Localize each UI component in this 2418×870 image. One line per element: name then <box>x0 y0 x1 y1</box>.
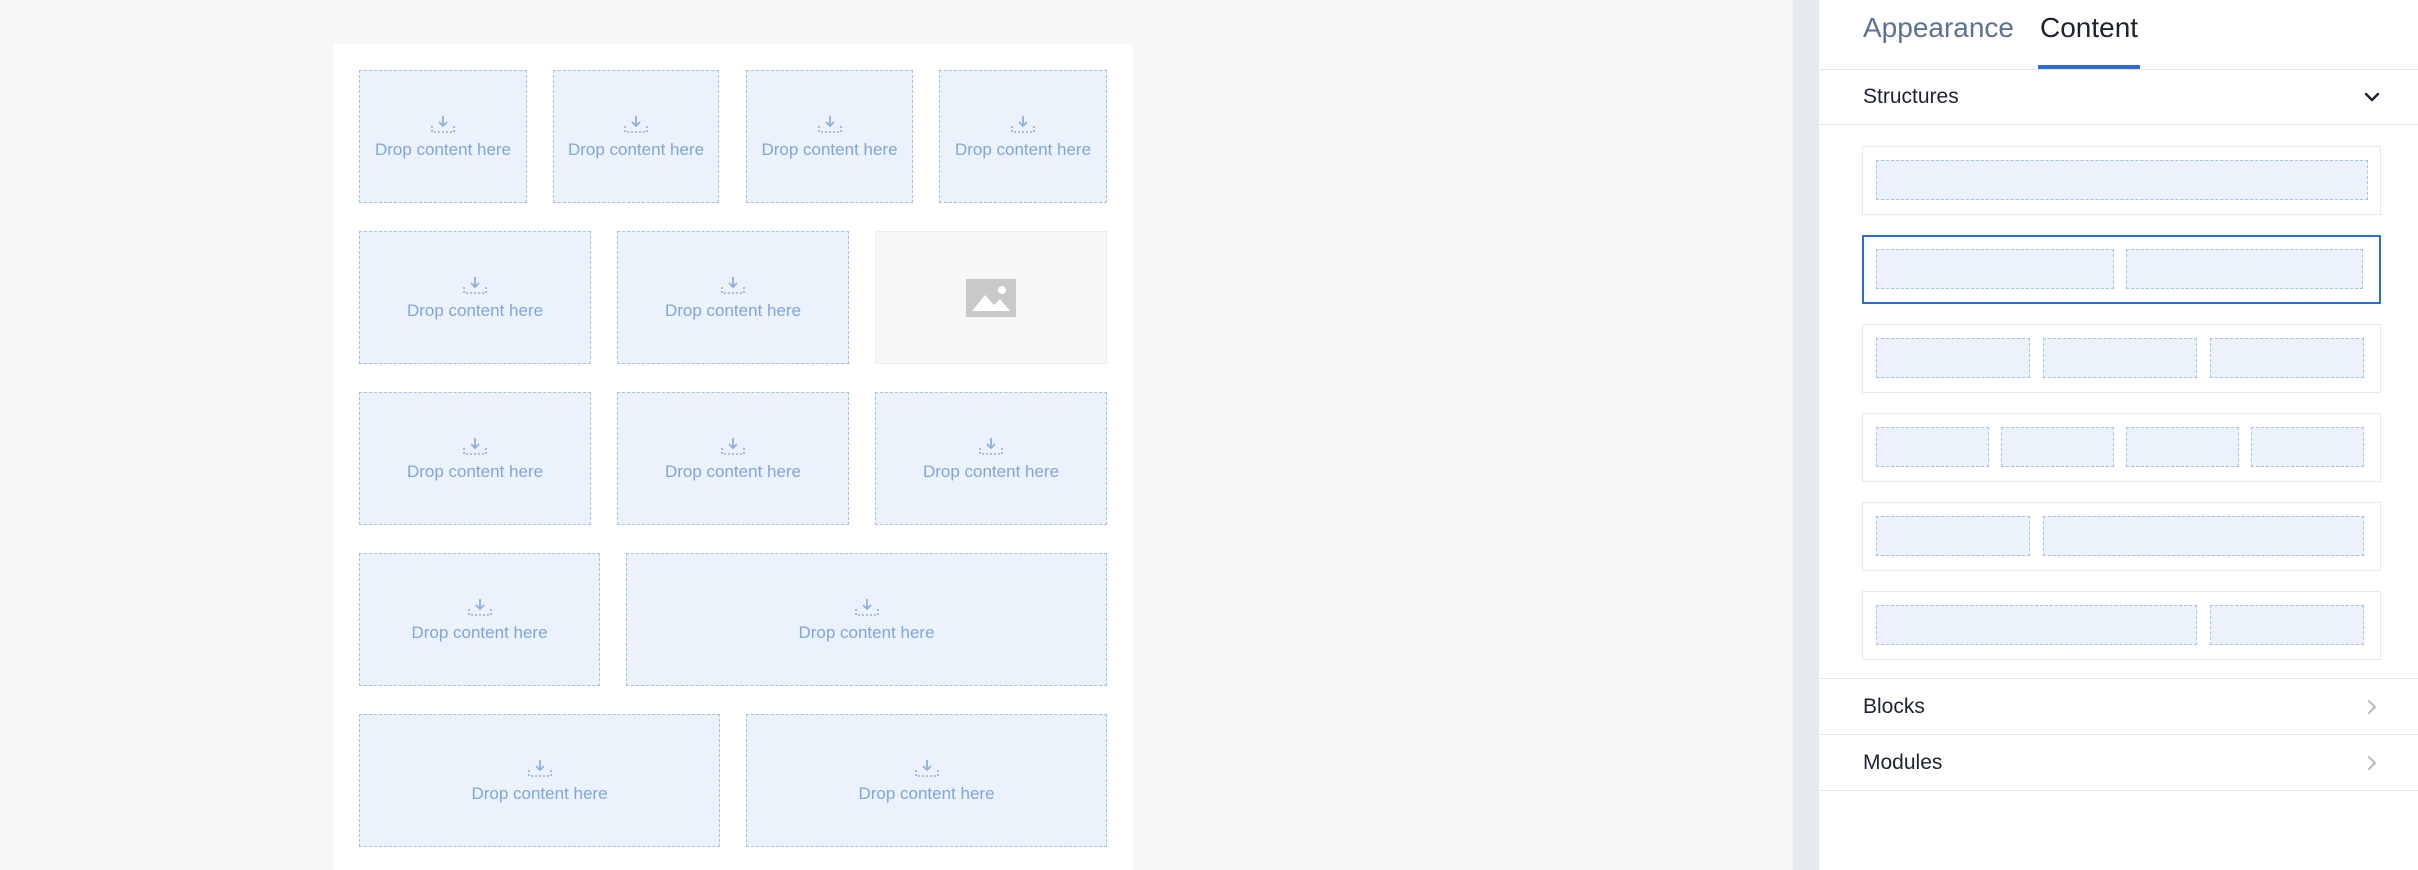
drop-download-icon <box>527 759 552 777</box>
structure-2-columns[interactable] <box>1862 235 2381 304</box>
drop-zone[interactable]: Drop content here <box>553 70 719 203</box>
sidebar-divider <box>1793 0 1819 870</box>
structure-3-columns[interactable] <box>1862 324 2381 393</box>
drop-zone[interactable]: Drop content here <box>359 231 591 364</box>
chevron-down-icon <box>2364 92 2380 102</box>
blocks-label: Blocks <box>1863 695 1925 718</box>
structures-section-header[interactable]: Structures <box>1819 69 2418 125</box>
structure-1-2-columns[interactable] <box>1862 502 2381 571</box>
drop-zone[interactable]: Drop content here <box>359 714 720 847</box>
drop-download-icon <box>914 759 939 777</box>
chevron-right-icon <box>2368 756 2376 770</box>
blocks-section-header[interactable]: Blocks <box>1819 679 2418 735</box>
image-placeholder[interactable] <box>875 231 1107 364</box>
structures-label: Structures <box>1863 85 1959 108</box>
canvas-row-5: Drop content here Drop content here <box>359 714 1107 849</box>
structure-column <box>2210 338 2364 378</box>
tab-appearance[interactable]: Appearance <box>1863 0 2014 69</box>
drop-download-icon <box>979 437 1003 455</box>
structure-column <box>1876 605 2197 645</box>
settings-panel: Appearance Content Structures Blocks Mod… <box>1819 0 2418 870</box>
drop-label: Drop content here <box>406 300 544 320</box>
structure-4-columns[interactable] <box>1862 413 2381 482</box>
drop-zone[interactable]: Drop content here <box>359 553 600 686</box>
drop-zone[interactable]: Drop content here <box>626 553 1107 686</box>
structure-column <box>2043 338 2197 378</box>
drop-label: Drop content here <box>664 461 802 481</box>
structure-column <box>1876 249 2114 289</box>
canvas-row-4: Drop content here Drop content here <box>359 553 1107 688</box>
drop-zone[interactable]: Drop content here <box>617 231 849 364</box>
canvas-row-2: Drop content here Drop content here <box>359 231 1107 366</box>
drop-zone[interactable]: Drop content here <box>359 70 527 203</box>
drop-download-icon <box>721 276 745 294</box>
drop-zone[interactable]: Drop content here <box>746 714 1107 847</box>
canvas-row-3: Drop content here Drop content here Drop… <box>359 392 1107 527</box>
image-icon <box>966 278 1016 317</box>
structure-column <box>1876 338 2030 378</box>
drop-download-icon <box>463 437 487 455</box>
drop-download-icon <box>854 598 879 616</box>
structure-column <box>2001 427 2114 467</box>
drop-download-icon <box>467 598 492 616</box>
drop-label: Drop content here <box>858 783 995 803</box>
structures-list <box>1819 125 2418 679</box>
drop-zone[interactable]: Drop content here <box>939 70 1107 203</box>
structure-column <box>2210 605 2364 645</box>
drop-label: Drop content here <box>761 139 898 159</box>
structure-column <box>2251 427 2364 467</box>
drop-label: Drop content here <box>471 783 608 803</box>
modules-label: Modules <box>1863 751 1943 774</box>
structure-column <box>2043 516 2364 556</box>
structure-column <box>2126 427 2239 467</box>
modules-section-header[interactable]: Modules <box>1819 735 2418 791</box>
drop-download-icon <box>624 115 648 133</box>
chevron-right-icon <box>2368 700 2376 714</box>
structure-1-column[interactable] <box>1862 146 2381 215</box>
drop-label: Drop content here <box>411 622 548 642</box>
drop-label: Drop content here <box>922 461 1060 481</box>
structure-column <box>1876 427 1989 467</box>
drop-label: Drop content here <box>374 139 512 159</box>
drop-label: Drop content here <box>798 622 935 642</box>
drop-download-icon <box>1011 115 1035 133</box>
drop-download-icon <box>721 437 745 455</box>
structure-2-1-columns[interactable] <box>1862 591 2381 660</box>
drop-label: Drop content here <box>664 300 802 320</box>
drop-download-icon <box>817 115 842 133</box>
canvas-row-1: Drop content here Drop content here Drop… <box>359 70 1107 205</box>
drop-label: Drop content here <box>954 139 1092 159</box>
drop-label: Drop content here <box>406 461 544 481</box>
email-canvas: Drop content here Drop content here Drop… <box>333 44 1133 870</box>
drop-zone[interactable]: Drop content here <box>359 392 591 525</box>
tab-content[interactable]: Content <box>2038 0 2141 69</box>
structure-column <box>1876 160 2368 200</box>
structure-column <box>1876 516 2030 556</box>
drop-label: Drop content here <box>567 139 705 159</box>
panel-tabs: Appearance Content <box>1819 0 2418 70</box>
drop-zone[interactable]: Drop content here <box>617 392 849 525</box>
drop-zone[interactable]: Drop content here <box>875 392 1107 525</box>
structure-column <box>2126 249 2363 289</box>
drop-download-icon <box>463 276 487 294</box>
drop-download-icon <box>431 115 455 133</box>
drop-zone[interactable]: Drop content here <box>746 70 913 203</box>
